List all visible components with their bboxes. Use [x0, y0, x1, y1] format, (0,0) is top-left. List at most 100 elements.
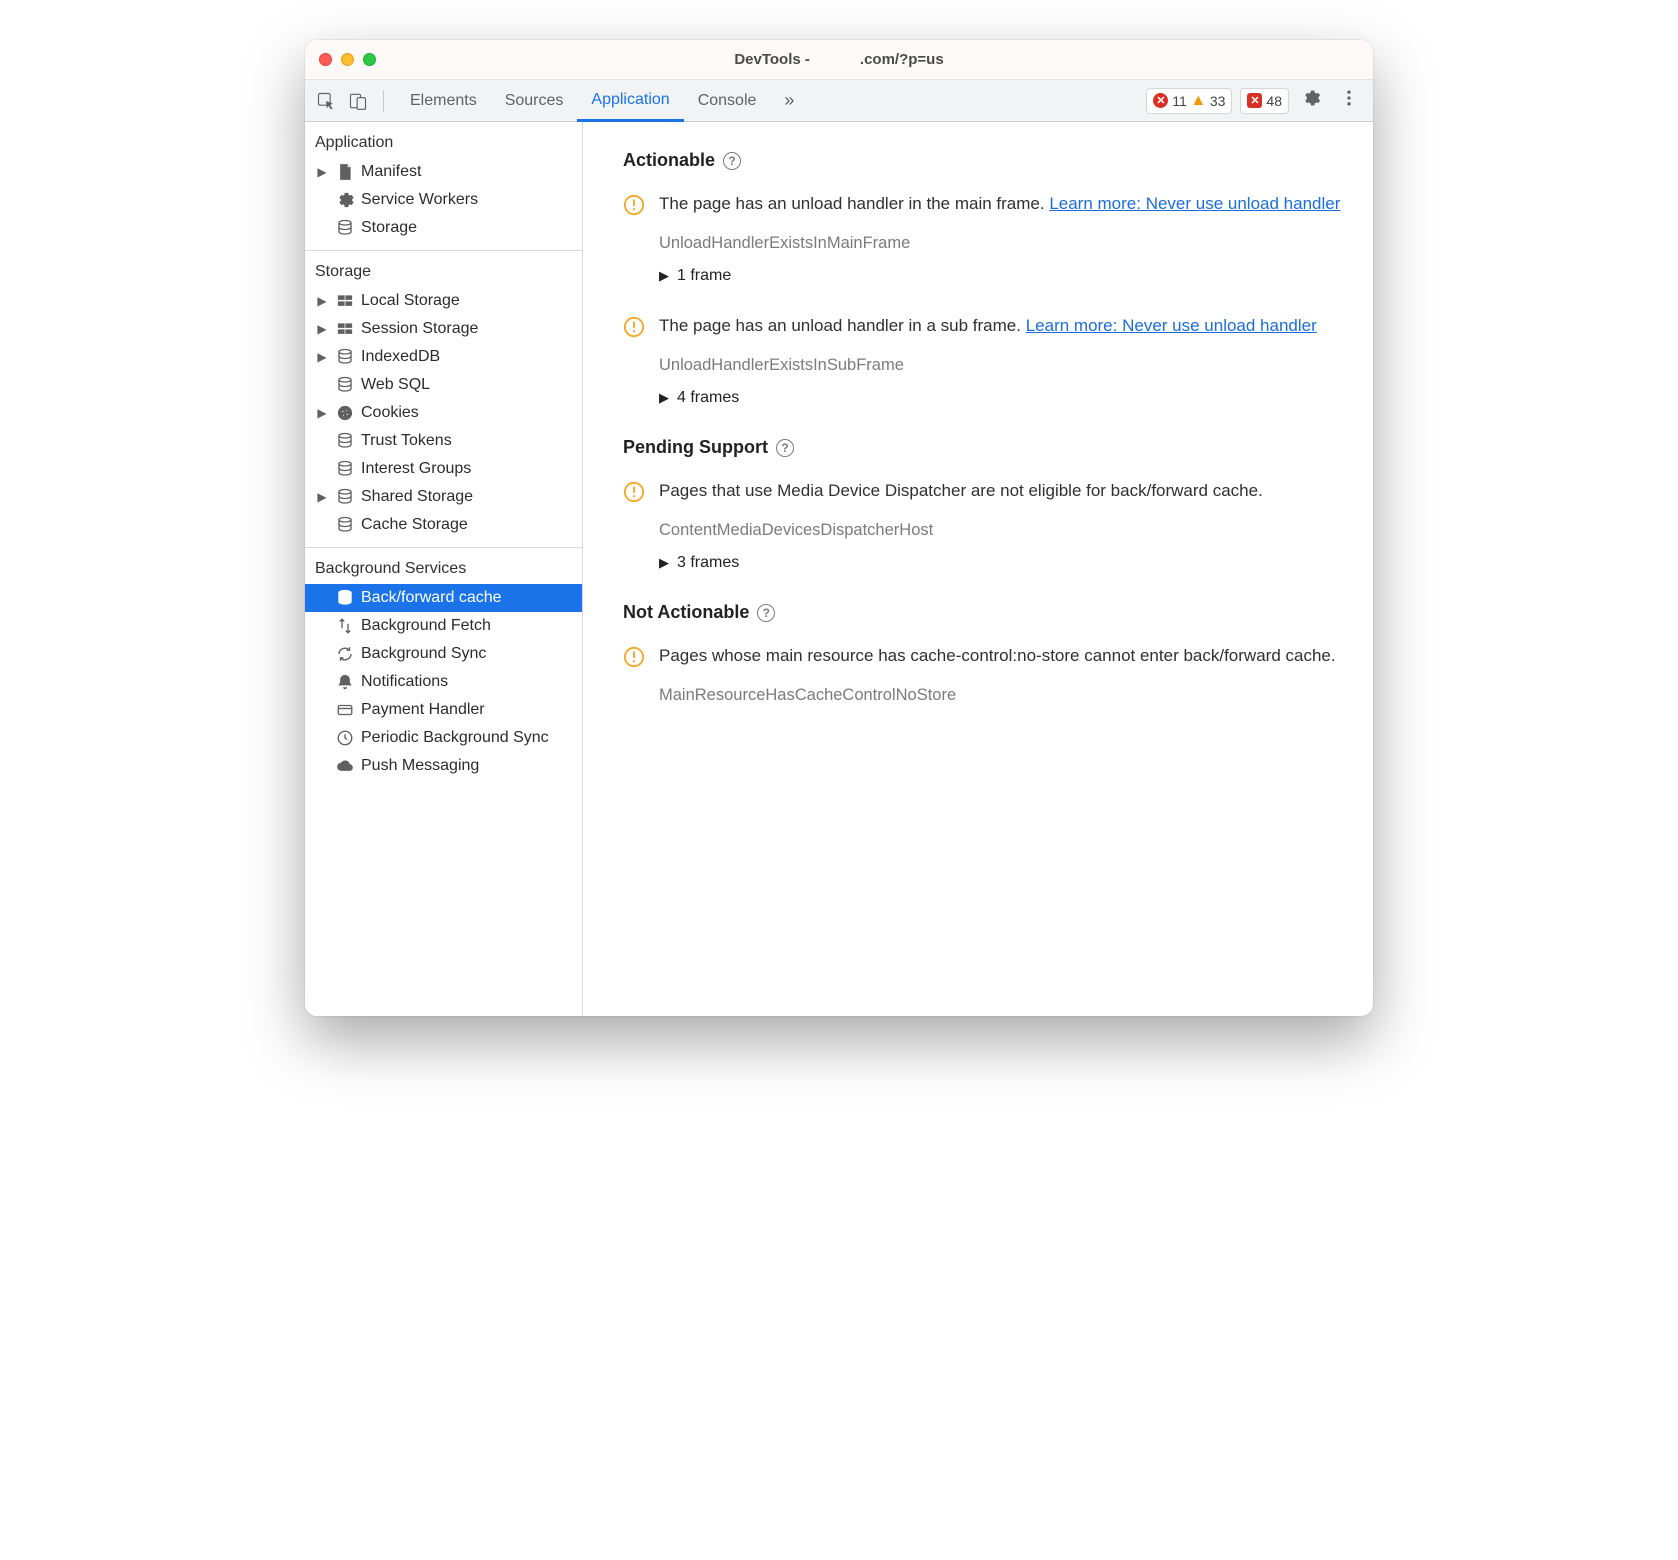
disclosure-icon: ▶: [315, 322, 329, 336]
minimize-window-button[interactable]: [341, 53, 354, 66]
sidebar-item-push-messaging[interactable]: Push Messaging: [305, 752, 582, 780]
sync-icon: [335, 644, 355, 664]
tab-console[interactable]: Console: [684, 80, 771, 121]
issue-code: MainResourceHasCacheControlNoStore: [659, 686, 1345, 705]
sidebar-item-payment-handler[interactable]: Payment Handler: [305, 696, 582, 724]
database-icon: [335, 459, 355, 479]
frames-disclosure[interactable]: ▶ 1 frame: [659, 267, 1345, 285]
device-toggle-icon[interactable]: [345, 88, 371, 114]
error-icon: ✕: [1153, 93, 1168, 108]
database-icon: [335, 218, 355, 238]
maximize-window-button[interactable]: [363, 53, 376, 66]
issues-count: 48: [1266, 93, 1282, 109]
more-options-icon[interactable]: [1333, 88, 1365, 113]
sidebar-item-service-workers[interactable]: Service Workers: [305, 186, 582, 214]
table-icon: [335, 319, 355, 339]
issue-message: Pages whose main resource has cache-cont…: [659, 645, 1336, 668]
issues-badge[interactable]: ✕ 48: [1240, 88, 1289, 114]
help-icon[interactable]: ?: [776, 439, 794, 457]
sidebar-section-storage: Storage: [305, 251, 582, 287]
disclosure-icon: ▶: [659, 390, 669, 406]
frames-disclosure[interactable]: ▶ 3 frames: [659, 554, 1345, 572]
sidebar-item-indexeddb[interactable]: ▶ IndexedDB: [305, 343, 582, 371]
sidebar-item-bfcache[interactable]: Back/forward cache: [305, 584, 582, 612]
errors-warnings-badge[interactable]: ✕ 11 ▲ 33: [1146, 88, 1232, 114]
sidebar-item-interest-groups[interactable]: Interest Groups: [305, 455, 582, 483]
label: Service Workers: [361, 191, 478, 209]
cloud-icon: [335, 756, 355, 776]
label: Notifications: [361, 673, 448, 691]
settings-icon[interactable]: [1295, 88, 1327, 113]
help-icon[interactable]: ?: [757, 604, 775, 622]
cookie-icon: [335, 403, 355, 423]
label: Cookies: [361, 404, 419, 422]
warning-icon: [623, 646, 645, 668]
sidebar-item-local-storage[interactable]: ▶ Local Storage: [305, 287, 582, 315]
database-icon: [335, 375, 355, 395]
help-icon[interactable]: ?: [723, 152, 741, 170]
disclosure-icon: ▶: [315, 350, 329, 364]
label: Storage: [361, 219, 417, 237]
disclosure-icon: ▶: [659, 268, 669, 284]
tab-elements[interactable]: Elements: [396, 80, 491, 121]
label: Web SQL: [361, 376, 430, 394]
issue-code: UnloadHandlerExistsInMainFrame: [659, 234, 1345, 253]
more-tabs-icon[interactable]: »: [776, 90, 802, 111]
disclosure-icon: ▶: [315, 165, 329, 179]
disclosure-icon: ▶: [659, 555, 669, 571]
sidebar-item-cache-storage[interactable]: Cache Storage: [305, 511, 582, 539]
label: Back/forward cache: [361, 589, 502, 607]
document-icon: [335, 162, 355, 182]
warning-icon: [623, 316, 645, 338]
sidebar-item-trust-tokens[interactable]: Trust Tokens: [305, 427, 582, 455]
heading-not-actionable: Not Actionable ?: [623, 602, 1345, 623]
database-icon: [335, 588, 355, 608]
inspect-element-icon[interactable]: [313, 88, 339, 114]
panel-tabs: Elements Sources Application Console: [396, 80, 770, 121]
close-window-button[interactable]: [319, 53, 332, 66]
learn-more-link[interactable]: Learn more: Never use unload handler: [1026, 316, 1317, 335]
sidebar-section-application: Application: [305, 122, 582, 158]
transfer-icon: [335, 616, 355, 636]
issue-row: The page has an unload handler in the ma…: [623, 193, 1345, 216]
sidebar-section-background-services: Background Services: [305, 548, 582, 584]
database-icon: [335, 431, 355, 451]
issue-code: ContentMediaDevicesDispatcherHost: [659, 521, 1345, 540]
application-sidebar: Application ▶ Manifest Service Workers S…: [305, 122, 583, 1016]
sidebar-item-background-fetch[interactable]: Background Fetch: [305, 612, 582, 640]
disclosure-icon: ▶: [315, 406, 329, 420]
heading-actionable: Actionable ?: [623, 150, 1345, 171]
sidebar-item-background-sync[interactable]: Background Sync: [305, 640, 582, 668]
sidebar-item-cookies[interactable]: ▶ Cookies: [305, 399, 582, 427]
label: Cache Storage: [361, 516, 468, 534]
tab-sources[interactable]: Sources: [491, 80, 578, 121]
separator: [383, 90, 384, 112]
label: Shared Storage: [361, 488, 473, 506]
heading-pending-support: Pending Support ?: [623, 437, 1345, 458]
credit-card-icon: [335, 700, 355, 720]
status-badges: ✕ 11 ▲ 33 ✕ 48: [1146, 88, 1289, 114]
warning-icon: ▲: [1191, 93, 1206, 108]
learn-more-link[interactable]: Learn more: Never use unload handler: [1049, 194, 1340, 213]
disclosure-icon: ▶: [315, 294, 329, 308]
sidebar-item-web-sql[interactable]: Web SQL: [305, 371, 582, 399]
devtools-toolbar: Elements Sources Application Console » ✕…: [305, 80, 1373, 122]
sidebar-item-session-storage[interactable]: ▶ Session Storage: [305, 315, 582, 343]
gear-icon: [335, 190, 355, 210]
issue-row: The page has an unload handler in a sub …: [623, 315, 1345, 338]
sidebar-item-manifest[interactable]: ▶ Manifest: [305, 158, 582, 186]
table-icon: [335, 291, 355, 311]
label: IndexedDB: [361, 348, 440, 366]
sidebar-item-notifications[interactable]: Notifications: [305, 668, 582, 696]
label: Push Messaging: [361, 757, 479, 775]
frames-disclosure[interactable]: ▶ 4 frames: [659, 389, 1345, 407]
sidebar-item-shared-storage[interactable]: ▶ Shared Storage: [305, 483, 582, 511]
label: Interest Groups: [361, 460, 471, 478]
bfcache-panel: Actionable ? The page has an unload hand…: [583, 122, 1373, 1016]
label: Periodic Background Sync: [361, 729, 549, 747]
sidebar-item-storage[interactable]: Storage: [305, 214, 582, 242]
sidebar-item-periodic-bg-sync[interactable]: Periodic Background Sync: [305, 724, 582, 752]
issues-icon: ✕: [1247, 93, 1262, 108]
tab-application[interactable]: Application: [577, 80, 683, 122]
issue-message: The page has an unload handler in a sub …: [659, 315, 1317, 338]
